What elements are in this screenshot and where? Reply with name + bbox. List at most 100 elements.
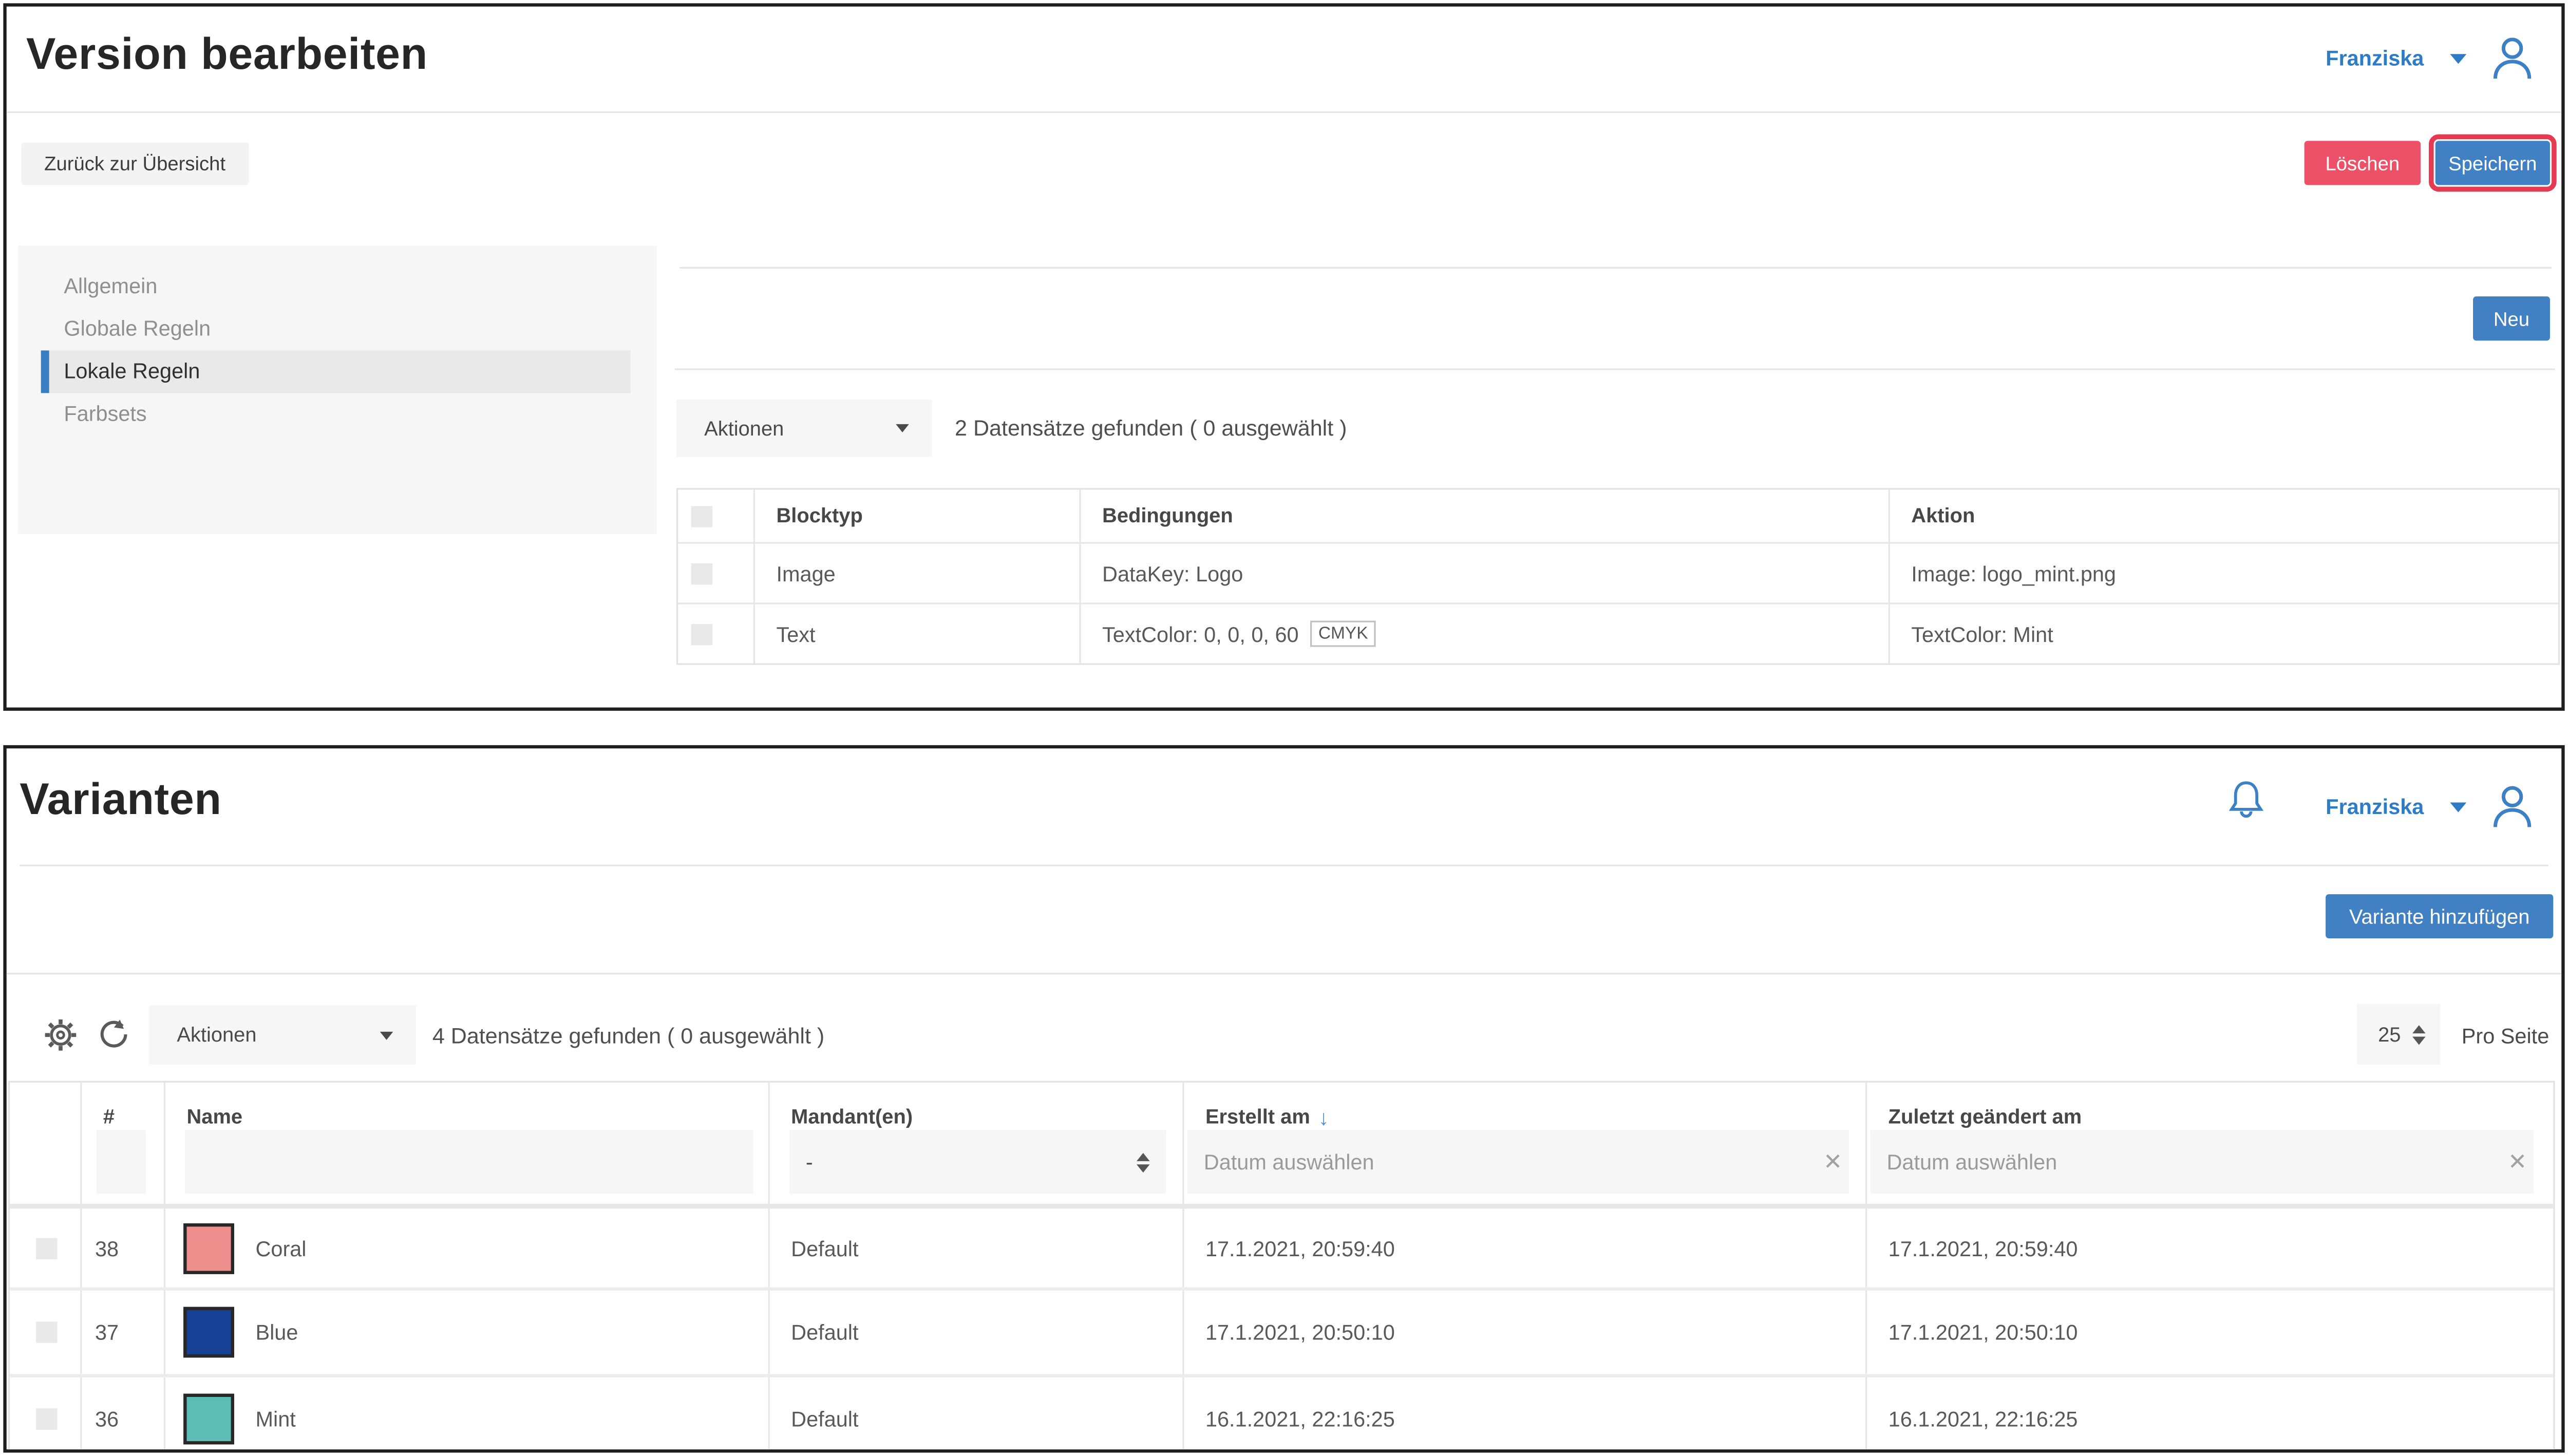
settings-sidebar: Allgemein Globale Regeln Lokale Regeln F… [18, 245, 657, 534]
screenshot-stage: Version bearbeiten Franziska Zurück zur … [0, 0, 2568, 1456]
cell-name: Mint [255, 1406, 295, 1431]
table-row[interactable]: 38 Coral Default 17.1.2021, 20:59:40 17.… [10, 1208, 2553, 1290]
actions-dropdown-label: Aktionen [704, 417, 784, 440]
cmyk-badge: CMYK [1310, 621, 1376, 647]
color-swatch [183, 1222, 234, 1273]
column-header-bedingungen: Bedingungen [1081, 489, 1890, 542]
delete-button[interactable]: Löschen [2305, 141, 2421, 185]
created-date-input[interactable] [1187, 1130, 1817, 1194]
column-header-modified[interactable]: Zuletzt geändert am [1867, 1104, 2553, 1130]
sidebar-item-farbsets[interactable]: Farbsets [41, 393, 631, 436]
per-page-label: Pro Seite [2462, 1024, 2550, 1048]
save-button[interactable]: Speichern [2435, 141, 2550, 185]
sidebar-item-lokale-regeln[interactable]: Lokale Regeln [41, 350, 631, 393]
cell-mandant: Default [770, 1291, 1184, 1374]
divider [7, 973, 2561, 974]
table-header-row: Blocktyp Bedingungen Aktion [678, 489, 2558, 543]
sidebar-item-label: Allgemein [64, 274, 157, 298]
column-header-name[interactable]: Name [165, 1104, 768, 1130]
actions-dropdown-label: Aktionen [177, 1024, 256, 1047]
notifications-bell-icon[interactable] [2227, 780, 2265, 822]
divider [20, 865, 2548, 866]
back-to-overview-button[interactable]: Zurück zur Übersicht [21, 142, 248, 185]
column-header-blocktyp: Blocktyp [755, 489, 1081, 542]
cell-blocktyp: Image [755, 544, 1081, 603]
row-checkbox[interactable] [36, 1237, 57, 1258]
sidebar-item-label: Lokale Regeln [64, 358, 200, 383]
refresh-icon[interactable] [98, 1018, 129, 1056]
actions-dropdown[interactable]: Aktionen [676, 400, 932, 457]
cell-modified: 16.1.2021, 22:16:25 [1867, 1377, 2553, 1453]
panel-version-bearbeiten: Version bearbeiten Franziska Zurück zur … [3, 3, 2564, 711]
column-header-label: Erstellt am [1205, 1105, 1310, 1128]
column-header-number[interactable]: # [82, 1104, 163, 1130]
sidebar-item-allgemein[interactable]: Allgemein [41, 266, 631, 308]
cell-created: 17.1.2021, 20:50:10 [1184, 1291, 1867, 1374]
row-checkbox[interactable] [691, 562, 712, 583]
stepper-arrows-icon [1137, 1152, 1150, 1171]
cell-name: Coral [255, 1236, 306, 1260]
modified-date-input[interactable] [1871, 1130, 2502, 1194]
user-name[interactable]: Franziska [2326, 46, 2424, 70]
table-row[interactable]: Text TextColor: 0, 0, 0, 60 CMYK TextColo… [678, 604, 2558, 664]
page-size-value: 25 [2378, 1023, 2401, 1046]
column-header-mandant[interactable]: Mandant(en) [770, 1104, 1183, 1130]
cell-mandant: Default [770, 1377, 1184, 1453]
page-title: Varianten [20, 774, 221, 825]
number-filter-input[interactable] [97, 1130, 146, 1194]
cell-number: 36 [82, 1377, 165, 1453]
cell-modified: 17.1.2021, 20:59:40 [1867, 1208, 2553, 1287]
cell-mandant: Default [770, 1208, 1184, 1287]
chevron-down-icon [896, 424, 909, 432]
divider [675, 368, 2555, 370]
rules-table: Blocktyp Bedingungen Aktion Image DataKe… [676, 488, 2560, 665]
table-header-row: # Name Mandant(en) - Erstellt am ↓ [10, 1083, 2553, 1209]
chevron-down-icon [380, 1031, 393, 1039]
cell-blocktyp: Text [755, 604, 1081, 664]
cell-number: 38 [82, 1208, 165, 1287]
clear-filter-icon[interactable]: ✕ [2501, 1148, 2534, 1176]
cell-name: Blue [255, 1320, 298, 1345]
mandant-filter-value: - [806, 1150, 813, 1175]
table-row[interactable]: 37 Blue Default 17.1.2021, 20:50:10 17.1… [10, 1291, 2553, 1377]
row-checkbox[interactable] [36, 1408, 57, 1429]
chevron-down-icon[interactable] [2450, 802, 2466, 811]
cell-created: 17.1.2021, 20:59:40 [1184, 1208, 1867, 1287]
cell-created: 16.1.2021, 22:16:25 [1184, 1377, 1867, 1453]
modified-date-filter[interactable]: ✕ [1871, 1130, 2534, 1194]
user-name[interactable]: Franziska [2326, 795, 2424, 819]
column-header-created[interactable]: Erstellt am ↓ [1184, 1104, 1865, 1130]
user-menu[interactable]: Franziska [2326, 784, 2532, 828]
user-icon[interactable] [2493, 36, 2532, 80]
add-variant-button[interactable]: Variante hinzufügen [2326, 894, 2553, 938]
page-size-stepper[interactable]: 25 [2357, 1004, 2441, 1065]
table-row[interactable]: 36 Mint Default 16.1.2021, 22:16:25 16.1… [10, 1377, 2553, 1453]
user-icon[interactable] [2493, 784, 2532, 828]
cell-number: 37 [82, 1291, 165, 1374]
cell-text: TextColor: 0, 0, 0, 60 [1102, 621, 1299, 646]
sidebar-item-globale-regeln[interactable]: Globale Regeln [41, 308, 631, 350]
sort-descending-icon[interactable]: ↓ [1318, 1105, 1329, 1129]
settings-gear-icon[interactable] [44, 1018, 77, 1056]
sidebar-item-label: Globale Regeln [64, 316, 211, 341]
select-all-checkbox[interactable] [691, 505, 712, 526]
chevron-down-icon[interactable] [2450, 53, 2466, 63]
cell-bedingungen: TextColor: 0, 0, 0, 60 CMYK [1081, 604, 1890, 664]
panel-varianten: Varianten Franziska Variante hinzufügen [3, 745, 2564, 1453]
color-swatch [183, 1307, 234, 1358]
mandant-filter-select[interactable]: - [789, 1130, 1166, 1194]
actions-dropdown[interactable]: Aktionen [149, 1006, 416, 1065]
stepper-arrows-icon[interactable] [2412, 1025, 2426, 1044]
sidebar-item-label: Farbsets [64, 401, 146, 426]
divider [7, 111, 2561, 113]
created-date-filter[interactable]: ✕ [1187, 1130, 1849, 1194]
clear-filter-icon[interactable]: ✕ [1817, 1148, 1849, 1176]
cell-aktion: Image: logo_mint.png [1890, 544, 2558, 603]
row-checkbox[interactable] [691, 623, 712, 644]
variants-table: # Name Mandant(en) - Erstellt am ↓ [8, 1081, 2555, 1453]
table-row[interactable]: Image DataKey: Logo Image: logo_mint.png [678, 544, 2558, 604]
row-checkbox[interactable] [36, 1321, 57, 1342]
name-filter-input[interactable] [185, 1130, 753, 1194]
user-menu[interactable]: Franziska [2326, 36, 2532, 80]
new-button[interactable]: Neu [2473, 296, 2550, 341]
